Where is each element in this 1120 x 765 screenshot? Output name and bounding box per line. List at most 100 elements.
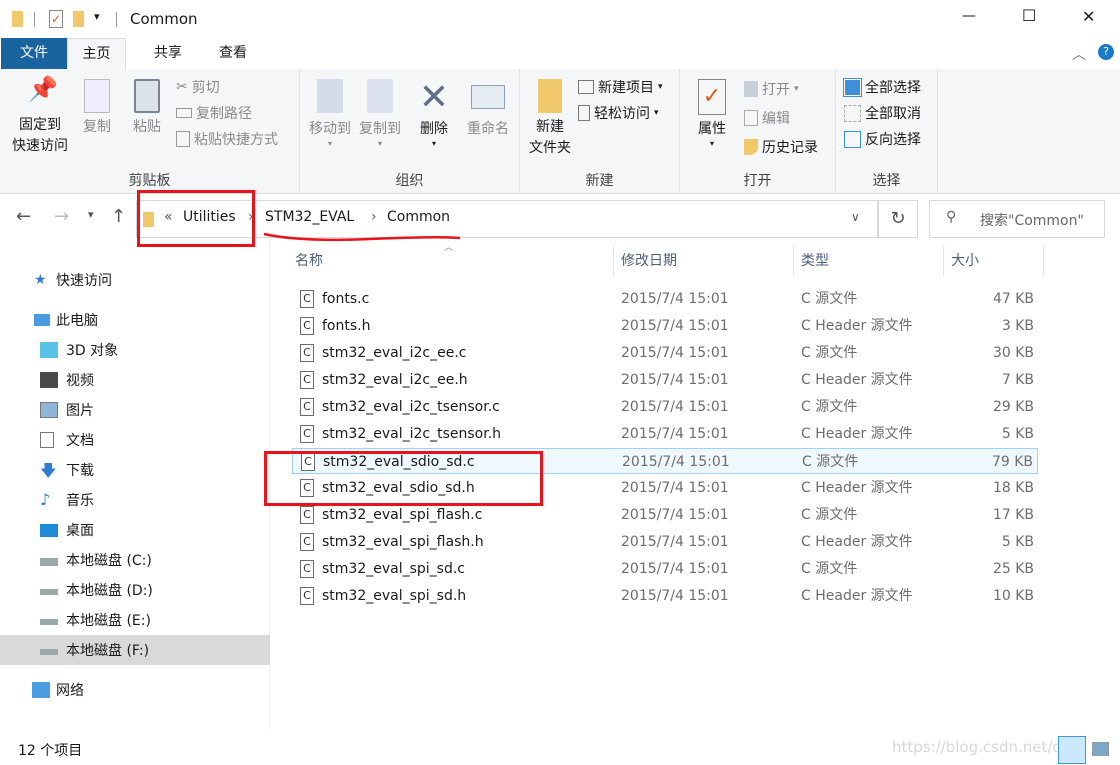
group-organize: 移动到 ▾ 复制到 ▾ ✕ 删除 ▾ 重命名 组织 <box>300 69 520 194</box>
paste-button[interactable]: 粘贴 <box>124 79 170 138</box>
new-item-icon <box>578 80 594 94</box>
new-folder-quick-icon[interactable] <box>73 11 84 27</box>
pin-quick-access-button[interactable]: 📌 固定到 快速访问 <box>6 77 74 157</box>
navigation-pane: ★ 快速访问 此电脑 3D 对象 视频 图片 文档 🡇 下载 ♪ 音乐 桌面 本地磁盘… <box>0 242 270 732</box>
select-none-button[interactable]: 全部取消 <box>844 101 921 125</box>
forward-button[interactable]: → <box>54 206 69 227</box>
new-folder-button[interactable]: 新建 文件夹 <box>524 79 576 159</box>
close-button[interactable]: ✕ <box>1082 7 1095 26</box>
move-to-icon <box>317 79 343 113</box>
refresh-button[interactable]: ↻ <box>878 200 918 238</box>
move-to-button[interactable]: 移动到 ▾ <box>304 79 356 148</box>
customize-quick-access-icon[interactable]: ▾ <box>94 10 100 23</box>
file-row[interactable]: C stm32_eval_i2c_ee.c 2015/7/4 15:01 C 源… <box>292 340 1038 366</box>
copy-to-icon <box>367 79 393 113</box>
file-row[interactable]: C stm32_eval_spi_sd.h 2015/7/4 15:01 C H… <box>292 583 1038 609</box>
drive-icon <box>40 589 58 595</box>
breadcrumb-common[interactable]: Common <box>387 209 450 225</box>
nav-drive-e[interactable]: 本地磁盘 (E:) <box>0 605 270 635</box>
nav-drive-f[interactable]: 本地磁盘 (F:) <box>0 635 270 665</box>
rename-icon <box>471 85 505 109</box>
properties-button[interactable]: ✓ 属性 ▾ <box>690 79 734 148</box>
nav-downloads[interactable]: 🡇 下载 <box>0 455 270 485</box>
invert-selection-button[interactable]: 反向选择 <box>844 127 921 151</box>
up-button[interactable]: ↑ <box>111 206 126 227</box>
tab-view[interactable]: 查看 <box>200 38 266 70</box>
music-icon: ♪ <box>40 490 51 509</box>
maximize-button[interactable]: ☐ <box>1022 6 1036 25</box>
large-icons-view-button[interactable] <box>1092 742 1109 756</box>
file-row[interactable]: C fonts.h 2015/7/4 15:01 C Header 源文件 3 … <box>292 313 1038 339</box>
cut-button[interactable]: ✂ 剪切 <box>176 75 220 99</box>
open-button[interactable]: 打开 ▾ <box>744 77 799 101</box>
file-row[interactable]: C stm32_eval_i2c_tsensor.c 2015/7/4 15:0… <box>292 394 1038 420</box>
nav-videos[interactable]: 视频 <box>0 365 270 395</box>
picture-icon <box>40 402 58 418</box>
edit-button[interactable]: 编辑 <box>744 106 790 130</box>
select-all-button[interactable]: 全部选择 <box>843 75 921 99</box>
nav-this-pc[interactable]: 此电脑 <box>0 305 270 335</box>
nav-documents[interactable]: 文档 <box>0 425 270 455</box>
history-button[interactable]: 历史记录 <box>744 135 818 159</box>
minimize-button[interactable]: — <box>962 8 976 24</box>
new-item-button[interactable]: 新建项目 ▾ <box>578 75 663 99</box>
file-size: 7 KB <box>1001 372 1034 388</box>
properties-check-icon: ✓ <box>698 79 726 115</box>
help-icon[interactable]: ? <box>1098 44 1114 60</box>
file-row[interactable]: C stm32_eval_spi_sd.c 2015/7/4 15:01 C 源… <box>292 556 1038 582</box>
delete-button[interactable]: ✕ 删除 ▾ <box>414 79 454 148</box>
tab-home[interactable]: 主页 <box>67 38 126 71</box>
file-type: C Header 源文件 <box>801 480 913 496</box>
easy-access-button[interactable]: 轻松访问 ▾ <box>578 101 659 125</box>
column-header-size[interactable]: 大小 <box>951 243 979 279</box>
paste-shortcut-button[interactable]: 粘贴快捷方式 <box>176 127 278 151</box>
group-open: ✓ 属性 ▾ 打开 ▾ 编辑 历史记录 打开 <box>680 69 836 194</box>
nav-drive-d[interactable]: 本地磁盘 (D:) <box>0 575 270 605</box>
file-size: 25 KB <box>992 561 1034 577</box>
details-view-button[interactable] <box>1058 736 1086 764</box>
properties-quick-icon[interactable]: ✓ <box>49 10 63 28</box>
search-placeholder: 搜索"Common" <box>980 213 1084 229</box>
nav-desktop[interactable]: 桌面 <box>0 515 270 545</box>
tab-share[interactable]: 共享 <box>136 38 200 70</box>
c-file-icon: C <box>300 587 314 605</box>
address-dropdown-icon[interactable]: ∨ <box>851 210 860 224</box>
tab-file[interactable]: 文件 <box>1 38 67 70</box>
rename-button[interactable]: 重命名 <box>462 79 514 140</box>
file-name: stm32_eval_i2c_ee.c <box>322 345 467 361</box>
delete-x-icon: ✕ <box>418 77 450 118</box>
computer-icon <box>34 314 50 326</box>
nav-pictures[interactable]: 图片 <box>0 395 270 425</box>
file-type: C Header 源文件 <box>801 372 913 388</box>
file-row[interactable]: C stm32_eval_i2c_tsensor.h 2015/7/4 15:0… <box>292 421 1038 447</box>
nav-drive-c[interactable]: 本地磁盘 (C:) <box>0 545 270 575</box>
back-button[interactable]: ← <box>16 206 31 227</box>
video-icon <box>40 372 58 388</box>
column-header-type[interactable]: 类型 <box>801 243 829 279</box>
recent-locations-button[interactable]: ▾ <box>88 208 94 221</box>
copy-button[interactable]: 复制 <box>76 79 118 138</box>
file-type: C Header 源文件 <box>801 426 913 442</box>
file-date: 2015/7/4 15:01 <box>621 399 729 415</box>
breadcrumb-stm32-eval[interactable]: STM32_EVAL <box>265 209 354 225</box>
file-row[interactable]: C fonts.c 2015/7/4 15:01 C 源文件 47 KB <box>292 286 1038 312</box>
nav-network[interactable]: 网络 <box>0 675 270 705</box>
file-date: 2015/7/4 15:01 <box>621 561 729 577</box>
collapse-ribbon-icon[interactable]: ︿ <box>1072 44 1086 64</box>
c-file-icon: C <box>300 398 314 416</box>
window-title: Common <box>130 10 198 28</box>
file-type: C 源文件 <box>801 399 858 415</box>
open-icon <box>744 81 758 97</box>
column-header-date[interactable]: 修改日期 <box>621 243 677 279</box>
nav-3d-objects[interactable]: 3D 对象 <box>0 335 270 365</box>
c-file-icon: C <box>300 371 314 389</box>
column-header-name[interactable]: 名称 <box>295 243 323 279</box>
copy-to-button[interactable]: 复制到 ▾ <box>354 79 406 148</box>
file-row[interactable]: C stm32_eval_i2c_ee.h 2015/7/4 15:01 C H… <box>292 367 1038 393</box>
nav-music[interactable]: ♪ 音乐 <box>0 485 270 515</box>
nav-quick-access[interactable]: ★ 快速访问 <box>0 265 270 295</box>
search-box[interactable]: ⚲ 搜索"Common" <box>929 200 1105 238</box>
copy-path-button[interactable]: 复制路径 <box>176 101 252 125</box>
file-row[interactable]: C stm32_eval_spi_flash.h 2015/7/4 15:01 … <box>292 529 1038 555</box>
file-size: 10 KB <box>992 588 1034 604</box>
